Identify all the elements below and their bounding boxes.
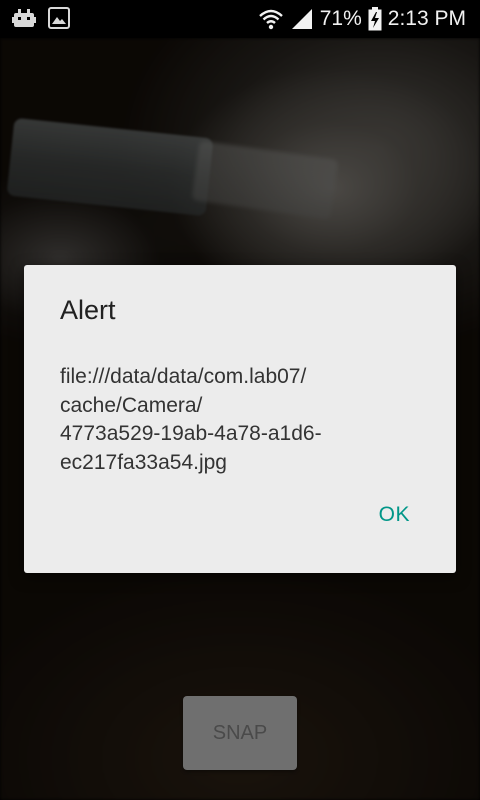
dialog-title: Alert	[60, 295, 116, 325]
alert-dialog: Alert file:///data/data/com.lab07/ cache…	[24, 265, 456, 573]
image-icon	[48, 7, 70, 29]
dialog-message: file:///data/data/com.lab07/ cache/Camer…	[60, 365, 322, 474]
snap-button[interactable]: SNAP	[183, 696, 297, 770]
wifi-icon	[258, 8, 284, 30]
screen: 71% 2:13 PM Alert file:///data/data/com.…	[0, 0, 480, 800]
android-debug-icon	[12, 7, 36, 29]
ok-button[interactable]: OK	[357, 493, 432, 537]
system-status: 71% 2:13 PM	[258, 0, 466, 38]
clock: 2:13 PM	[387, 7, 466, 30]
signal-icon	[290, 8, 314, 30]
notification-icons	[12, 7, 70, 29]
status-bar: 71% 2:13 PM	[0, 0, 480, 38]
battery-charging-icon	[368, 7, 382, 31]
battery-percent: 71%	[319, 7, 362, 30]
